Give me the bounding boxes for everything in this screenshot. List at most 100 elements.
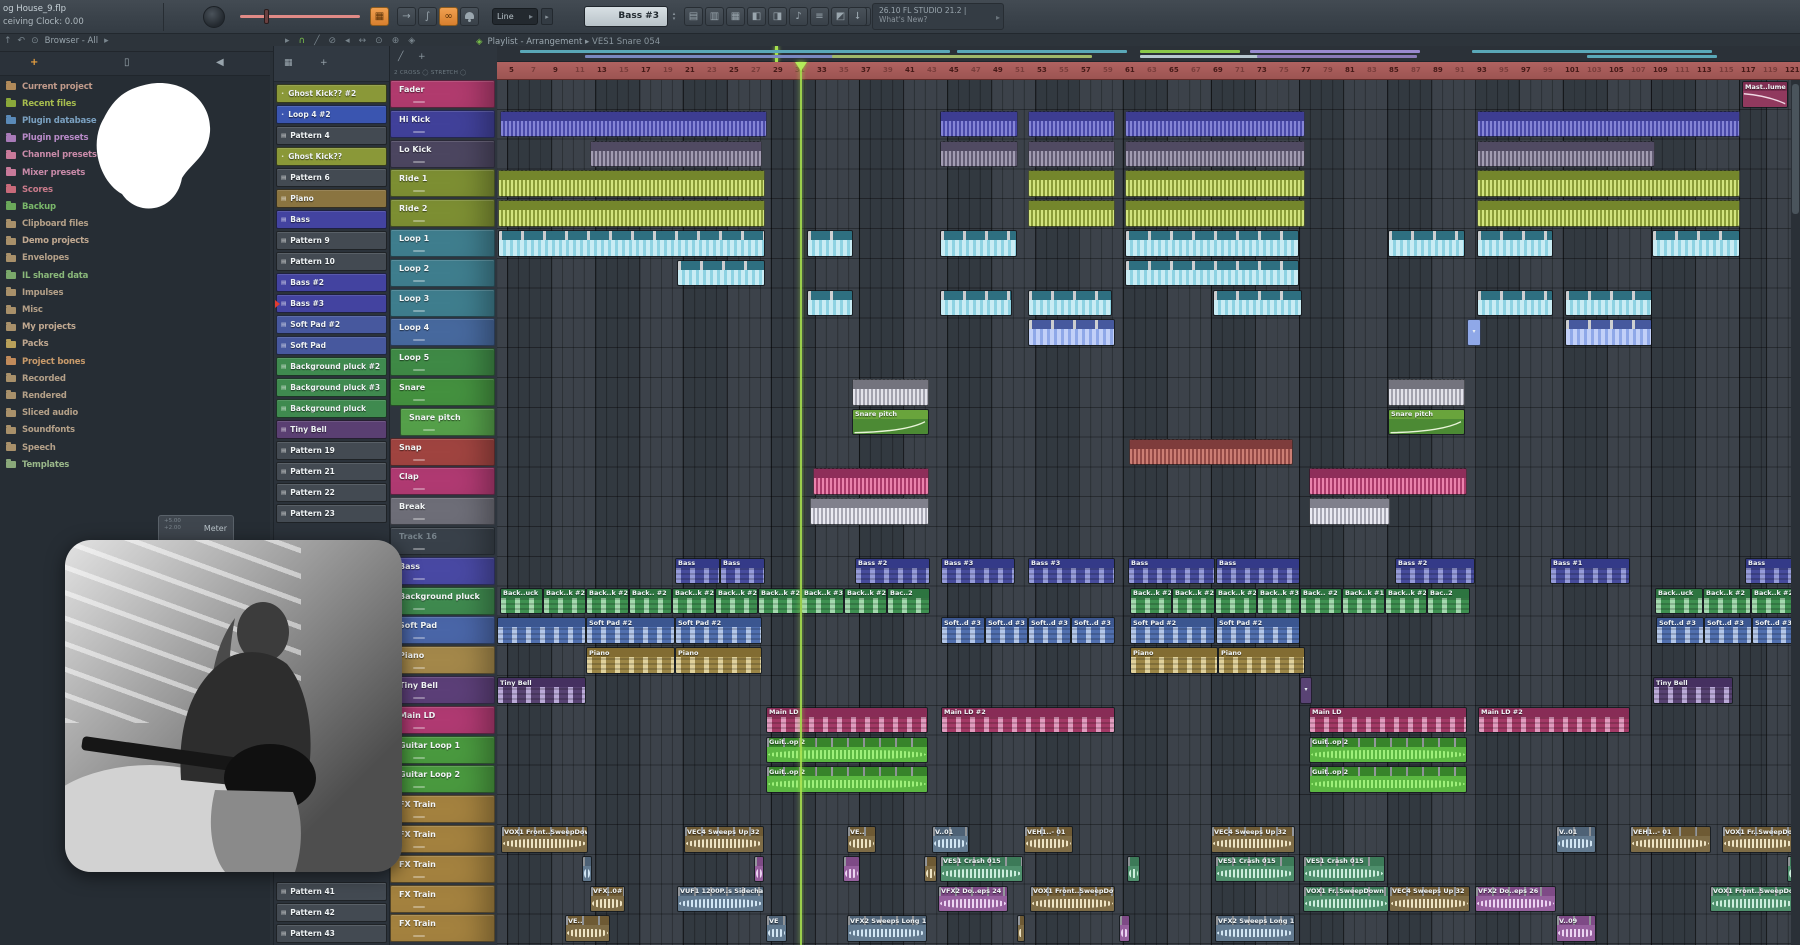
track-header[interactable]: Track 16 xyxy=(390,527,495,555)
draw-tool-icon[interactable]: ╱ xyxy=(314,36,319,46)
playlist-clip[interactable]: Soft Pad #2 xyxy=(1130,617,1215,644)
playlist-clip[interactable]: Soft..d #3 xyxy=(1656,617,1704,644)
project-info-button[interactable]: ≡ xyxy=(810,7,829,26)
playlist-clip[interactable] xyxy=(1119,915,1130,942)
browser-item[interactable]: Packs xyxy=(0,336,270,353)
playlist-clip[interactable]: Guit..op 2 xyxy=(1309,737,1467,764)
playlist-clip[interactable]: VUF1 1200P..s Sidechain xyxy=(677,886,764,913)
track-header[interactable]: Loop 5 xyxy=(390,348,495,376)
playlist-clip[interactable]: VES1 Crash 015 xyxy=(940,856,1023,883)
playlist-clip[interactable]: Main LD #2 xyxy=(941,707,1115,734)
browser-item[interactable]: Impulses xyxy=(0,284,270,301)
playlist-clip[interactable] xyxy=(754,856,764,883)
playlist-clip[interactable]: Back..k #2 xyxy=(1172,588,1215,615)
piano-roll-button[interactable]: ▥ xyxy=(705,7,724,26)
browser-toggle-button[interactable]: ◨ xyxy=(768,7,787,26)
playlist-clip[interactable]: VFX2 Do..eps 26 xyxy=(1475,886,1556,913)
playlist-clip[interactable] xyxy=(1477,170,1740,197)
playlist-clip[interactable] xyxy=(1477,200,1740,227)
playlist-clip[interactable]: V..01 xyxy=(932,826,969,853)
playlist-clip[interactable]: VES1 Crash 015 xyxy=(1303,856,1385,883)
pattern-stepper[interactable]: ▴▾ xyxy=(669,6,679,27)
browser-item[interactable]: IL shared data xyxy=(0,267,270,284)
pattern-item[interactable]: ▤Bass xyxy=(276,210,387,229)
playlist-clip[interactable]: ▾ xyxy=(1300,677,1312,704)
pattern-selector[interactable]: Bass #3 xyxy=(584,6,668,27)
playlist-clip[interactable]: Main LD #2 xyxy=(1478,707,1630,734)
playlist-clip[interactable]: V..09 xyxy=(1556,915,1596,942)
playlist-clip[interactable] xyxy=(1477,141,1655,168)
playlist-clip[interactable] xyxy=(1477,290,1553,317)
playlist-clip[interactable]: VEH1..- 01 xyxy=(1630,826,1711,853)
playlist-clip[interactable] xyxy=(1028,111,1115,138)
pattern-item[interactable]: ▤Background pluck xyxy=(276,399,387,418)
playlist-button[interactable]: ▤ xyxy=(684,7,703,26)
track-header[interactable]: Tiny Bell xyxy=(390,676,495,704)
playlist-clip[interactable]: VEC4 Sweeps Up 32 xyxy=(684,826,764,853)
playlist-clip[interactable]: Soft..d #3 xyxy=(941,617,985,644)
track-header[interactable]: Guitar Loop 1 xyxy=(390,736,495,764)
playlist-clip[interactable]: Tiny Bell xyxy=(1653,677,1733,704)
pencil-icon[interactable]: ╱ xyxy=(398,52,403,62)
playlist-clip[interactable]: Bass xyxy=(1216,558,1300,585)
track-header[interactable]: Break xyxy=(390,497,495,525)
pattern-item[interactable]: ▤Pattern 4 xyxy=(276,126,387,145)
playlist-clip[interactable]: Snare pitch xyxy=(1388,409,1465,436)
browser-item[interactable]: Soundfonts xyxy=(0,422,270,439)
playlist-clip[interactable]: Soft..d #3 xyxy=(1071,617,1115,644)
track-header[interactable]: FX Train xyxy=(390,855,495,883)
playlist-clip[interactable] xyxy=(852,379,929,406)
track-header[interactable]: Clap xyxy=(390,467,495,495)
browser-item[interactable]: Speech xyxy=(0,439,270,456)
playlist-clip[interactable] xyxy=(1125,141,1305,168)
playlist-clip[interactable]: ▾ xyxy=(1467,319,1481,346)
playlist-clip[interactable]: VFX2 Do..eps 24 xyxy=(938,886,1008,913)
playlist-clip[interactable]: V..01 xyxy=(1556,826,1596,853)
playlist-clip[interactable] xyxy=(498,230,765,257)
track-header[interactable]: Background pluck xyxy=(390,587,495,615)
track-header[interactable]: Lo Kick xyxy=(390,140,495,168)
track-header[interactable]: Snare pitch xyxy=(400,408,495,436)
playlist-clip[interactable]: Back..k #2 xyxy=(1385,588,1427,615)
track-header[interactable]: Loop 1 xyxy=(390,229,495,257)
pattern-item[interactable]: ▤Pattern 42 xyxy=(276,903,387,922)
playlist-clip[interactable] xyxy=(1477,230,1553,257)
whats-new-link[interactable]: What's New? xyxy=(879,15,997,24)
scrollbar-handle[interactable] xyxy=(1792,84,1799,214)
playlist-clip[interactable]: VFX..0# xyxy=(590,886,625,913)
playlist-clip[interactable]: Soft..d #3 xyxy=(1704,617,1752,644)
playlist-clip[interactable] xyxy=(1129,439,1293,466)
add-icon[interactable]: + xyxy=(30,57,38,68)
track-header[interactable]: Loop 2 xyxy=(390,259,495,287)
playlist-clip[interactable]: Piano xyxy=(1218,647,1305,674)
playlist-clip[interactable]: Back..k #2 xyxy=(543,588,586,615)
shuffle-slider[interactable] xyxy=(240,15,360,18)
arrangement-minimap[interactable] xyxy=(497,46,1800,62)
playback-marker-icon[interactable]: ◈ xyxy=(408,36,415,46)
browser-item[interactable]: Rendered xyxy=(0,387,270,404)
playlist-clip[interactable]: Back..k #2 xyxy=(1215,588,1257,615)
playlist-clip[interactable] xyxy=(1125,170,1305,197)
playlist-clip[interactable]: Guit..op 2 xyxy=(766,766,928,793)
playlist-clip[interactable]: VE.. xyxy=(565,915,610,942)
playlist-clip[interactable]: VFX2 Sweeps Long 14 xyxy=(847,915,927,942)
playlist-clip[interactable]: Soft..d #3 xyxy=(1028,617,1071,644)
track-header[interactable]: Piano xyxy=(390,646,495,674)
undo-icon[interactable]: ↶ xyxy=(18,36,26,46)
track-header[interactable]: Ride 2 xyxy=(390,199,495,227)
main-volume-knob[interactable] xyxy=(203,6,225,28)
mixer-button[interactable]: ◧ xyxy=(747,7,766,26)
select-tool-icon[interactable]: ⊕ xyxy=(392,36,400,46)
playlist-clip[interactable]: Piano xyxy=(1130,647,1218,674)
playlist-clip[interactable]: Main LD xyxy=(1309,707,1467,734)
playlist-clip[interactable] xyxy=(1477,111,1740,138)
playlist-clip[interactable]: VE.. xyxy=(847,826,876,853)
playlist-clip[interactable] xyxy=(1028,170,1115,197)
playlist-clip[interactable]: Tiny Bell xyxy=(497,677,586,704)
playlist-clip[interactable] xyxy=(924,856,937,883)
track-header[interactable]: Ride 1 xyxy=(390,169,495,197)
playlist-clip[interactable] xyxy=(498,200,765,227)
vertical-scrollbar[interactable] xyxy=(1791,80,1800,945)
track-header[interactable]: FX Train xyxy=(390,914,495,942)
playlist-clip[interactable]: Bac..2 xyxy=(887,588,930,615)
